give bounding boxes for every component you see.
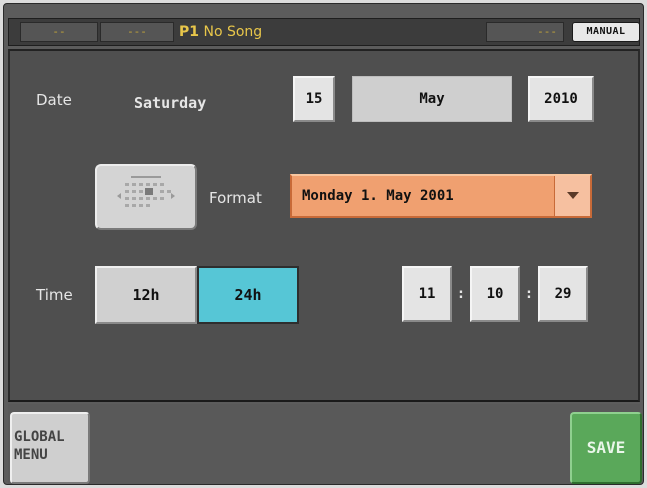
time-separator: : bbox=[524, 286, 534, 302]
current-song: P1 No Song bbox=[179, 22, 262, 42]
global-menu-button[interactable]: GLOBAL MENU bbox=[10, 412, 90, 484]
time-24h-toggle[interactable]: 24h bbox=[197, 266, 299, 324]
hours-field[interactable]: 11 bbox=[402, 266, 452, 322]
status-slot-a: -- bbox=[20, 22, 98, 42]
global-menu-label-line1: GLOBAL bbox=[14, 429, 65, 445]
year-field[interactable]: 2010 bbox=[528, 76, 594, 122]
format-label: Format bbox=[209, 189, 262, 207]
calendar-button[interactable] bbox=[95, 164, 197, 230]
status-slot-b: --- bbox=[100, 22, 174, 42]
status-slot-c: --- bbox=[486, 22, 564, 42]
calendar-icon bbox=[117, 176, 175, 207]
month-field[interactable]: May bbox=[352, 76, 512, 122]
time-12h-toggle[interactable]: 12h bbox=[95, 266, 197, 324]
minutes-field[interactable]: 10 bbox=[470, 266, 520, 322]
song-slot-label: P1 bbox=[179, 24, 200, 40]
seconds-field[interactable]: 29 bbox=[538, 266, 588, 322]
song-name: No Song bbox=[203, 24, 263, 40]
chevron-down-icon[interactable] bbox=[554, 176, 590, 216]
date-label: Date bbox=[36, 91, 72, 109]
status-bar: -- --- P1 No Song --- MANUAL bbox=[8, 18, 640, 46]
format-dropdown[interactable]: Monday 1. May 2001 bbox=[290, 174, 592, 218]
manual-button[interactable]: MANUAL bbox=[572, 22, 640, 42]
weekday-value: Saturday bbox=[134, 94, 207, 112]
time-separator: : bbox=[456, 286, 466, 302]
time-label: Time bbox=[36, 286, 73, 304]
format-selected-value: Monday 1. May 2001 bbox=[302, 188, 454, 204]
save-button[interactable]: SAVE bbox=[570, 412, 642, 484]
global-menu-label-line2: MENU bbox=[14, 447, 48, 463]
bottom-bar bbox=[8, 404, 640, 484]
day-field[interactable]: 15 bbox=[293, 76, 335, 122]
